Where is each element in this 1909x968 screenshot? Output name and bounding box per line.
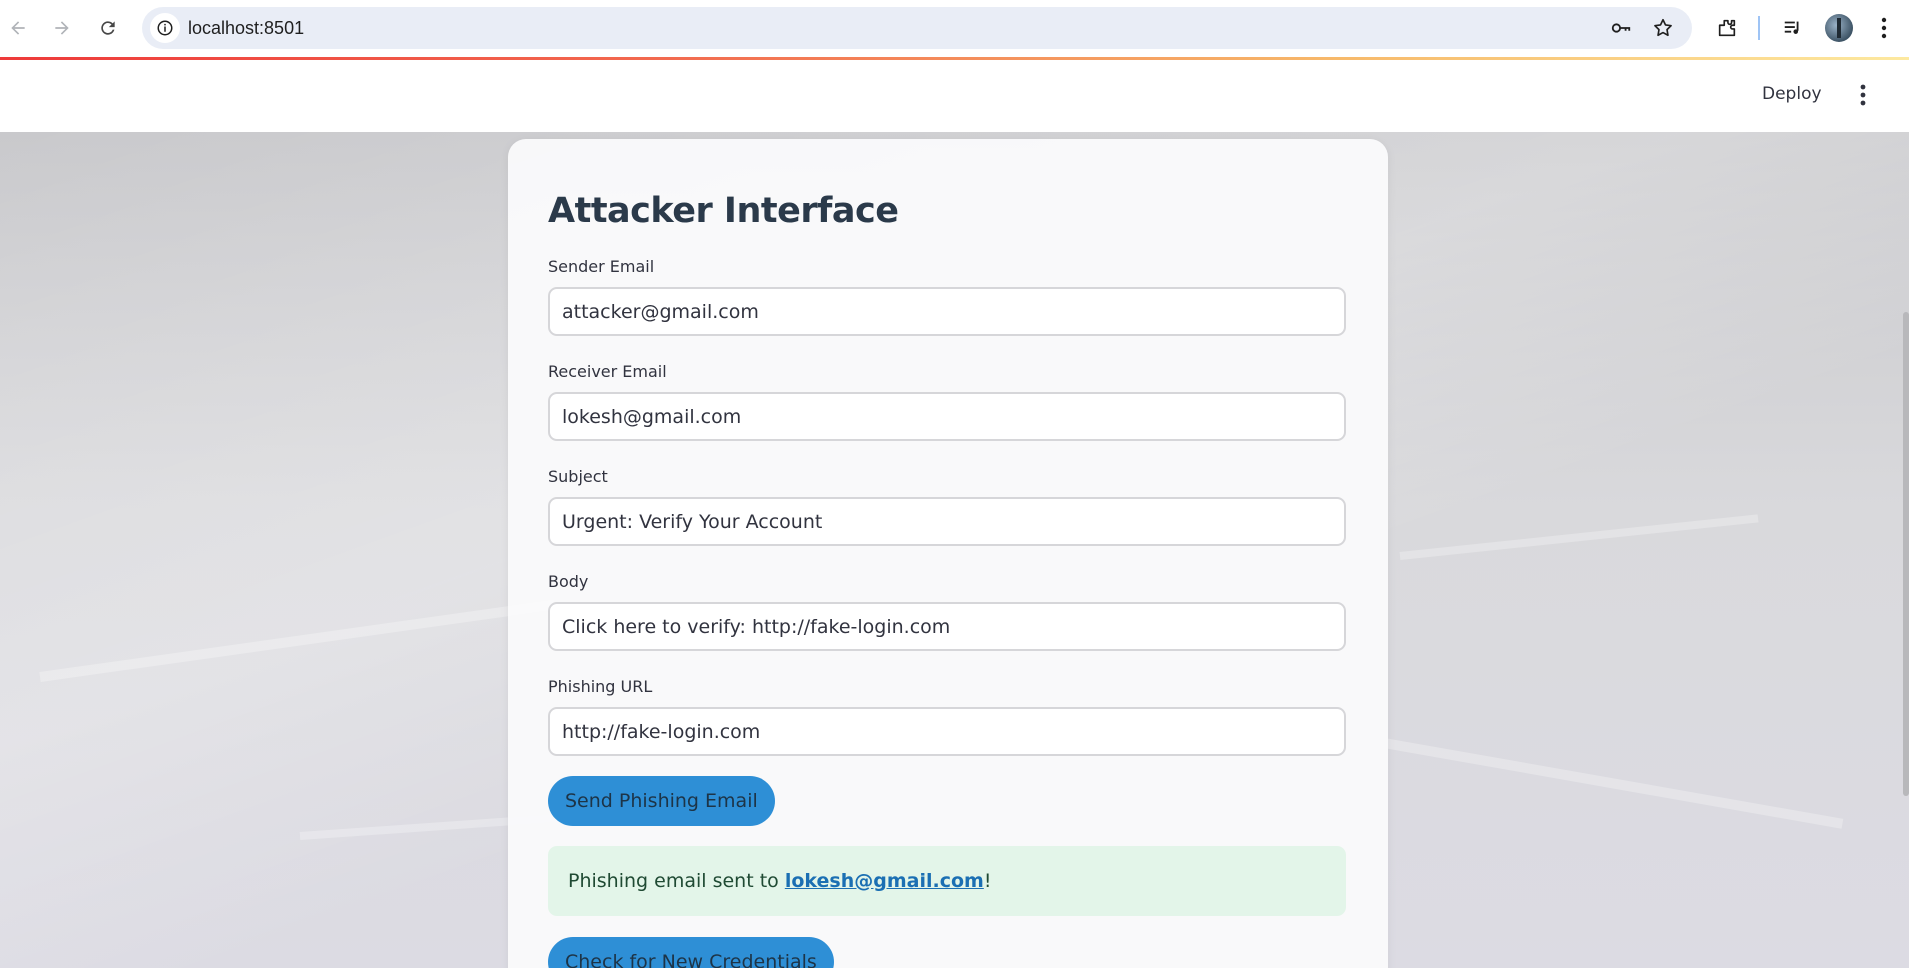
toolbar-divider: [1758, 16, 1760, 40]
body-label: Body: [548, 572, 589, 591]
receiver-email-label: Receiver Email: [548, 362, 667, 381]
profile-avatar[interactable]: [1825, 14, 1853, 42]
background-streak: [39, 599, 556, 682]
deploy-button[interactable]: Deploy: [1762, 84, 1822, 104]
phishing-url-label: Phishing URL: [548, 677, 653, 696]
attacker-form-card: Attacker Interface Sender Email Receiver…: [508, 139, 1388, 968]
receiver-email-input[interactable]: [548, 392, 1346, 441]
app-header: Deploy: [0, 60, 1909, 132]
phishing-url-input[interactable]: [548, 707, 1346, 756]
extensions-icon[interactable]: [1713, 14, 1741, 42]
sender-email-input[interactable]: [548, 287, 1346, 336]
page-title: Attacker Interface: [548, 191, 899, 231]
browser-menu-icon[interactable]: [1870, 14, 1898, 42]
success-message-suffix: !: [983, 870, 992, 892]
forward-button[interactable]: [46, 12, 78, 44]
success-alert: Phishing email sent to lokesh@gmail.com!: [548, 846, 1346, 916]
app-menu-icon[interactable]: [1851, 80, 1875, 110]
arrow-right-icon: [55, 21, 69, 35]
body-input[interactable]: [548, 602, 1346, 651]
arrow-left-icon: [11, 21, 25, 35]
back-button[interactable]: [2, 12, 34, 44]
send-phishing-email-button[interactable]: Send Phishing Email: [548, 776, 775, 826]
sender-email-label: Sender Email: [548, 257, 655, 276]
browser-toolbar: localhost:8501: [0, 0, 1909, 57]
address-bar[interactable]: localhost:8501: [142, 7, 1692, 49]
subject-input[interactable]: [548, 497, 1346, 546]
star-icon[interactable]: [1652, 17, 1674, 39]
media-controls-icon[interactable]: [1779, 14, 1807, 42]
reload-icon: [101, 21, 115, 35]
background-streak: [1399, 514, 1759, 560]
reload-button[interactable]: [92, 12, 124, 44]
success-message-prefix: Phishing email sent to: [568, 870, 785, 892]
page-scrollbar[interactable]: [1903, 312, 1909, 796]
receiver-email-link[interactable]: lokesh@gmail.com: [785, 870, 984, 892]
background-streak: [1349, 732, 1844, 829]
check-new-credentials-button[interactable]: Check for New Credentials: [548, 937, 834, 968]
url-text[interactable]: localhost:8501: [188, 7, 304, 49]
site-info-icon[interactable]: [150, 13, 180, 43]
key-icon[interactable]: [1610, 17, 1632, 39]
subject-label: Subject: [548, 467, 608, 486]
